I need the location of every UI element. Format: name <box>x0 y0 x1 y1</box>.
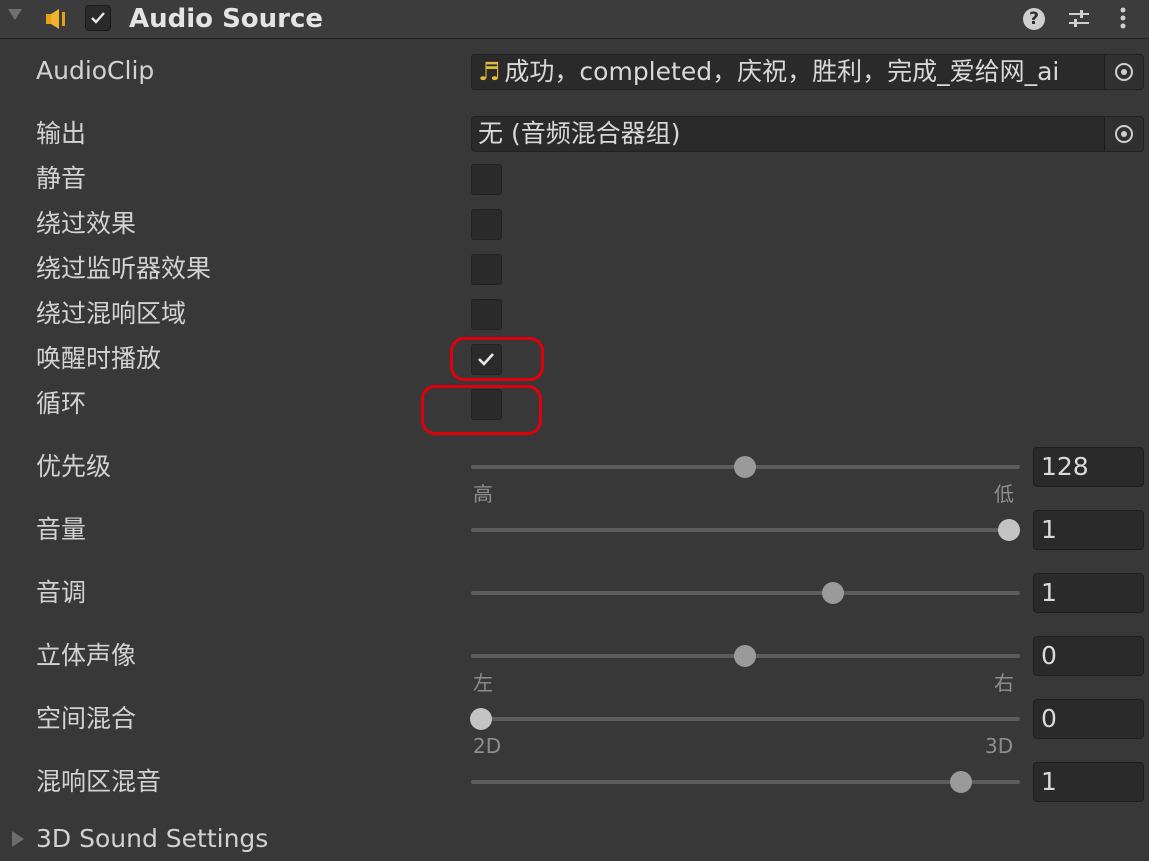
pitch-slider-thumb[interactable] <box>822 582 844 604</box>
object-picker-icon <box>1115 63 1133 81</box>
reverb-zone-mix-slider-thumb[interactable] <box>950 771 972 793</box>
pitch-slider-track[interactable] <box>471 591 1020 595</box>
bypass-effects-checkbox[interactable] <box>471 209 502 240</box>
3d-sound-settings-foldout[interactable]: 3D Sound Settings <box>36 822 268 856</box>
audioclip-picker-button[interactable] <box>1104 55 1143 89</box>
volume-label: 音量 <box>36 515 87 544</box>
spatial-blend-slider-thumb[interactable] <box>470 708 492 730</box>
checkmark-icon <box>91 12 105 24</box>
volume-slider-track[interactable] <box>471 528 1020 532</box>
loop-highlight <box>421 385 542 435</box>
priority-input[interactable]: 128 <box>1033 447 1144 487</box>
help-icon[interactable]: ? <box>1023 8 1045 30</box>
preset-icon[interactable] <box>1066 6 1092 32</box>
kebab-menu-icon[interactable] <box>1113 5 1133 33</box>
priority-slider-thumb[interactable] <box>734 456 756 478</box>
priority-low-label: 低 <box>994 482 1014 506</box>
output-field[interactable]: 无 (音频混合器组) <box>471 116 1144 152</box>
output-picker-button[interactable] <box>1104 117 1143 151</box>
spatial-blend-3d-label: 3D <box>985 734 1014 758</box>
pitch-label: 音调 <box>36 578 87 607</box>
bypass-listener-effects-checkbox[interactable] <box>471 254 502 285</box>
pitch-input[interactable]: 1 <box>1033 573 1144 613</box>
foldout-arrow-right-icon[interactable] <box>12 831 24 847</box>
spatial-blend-slider-track[interactable] <box>471 717 1020 721</box>
bypass-effects-label: 绕过效果 <box>36 209 137 238</box>
volume-input[interactable]: 1 <box>1033 510 1144 550</box>
audioclip-value: 成功，completed，庆祝，胜利，完成_爱给网_ai <box>504 57 1060 86</box>
component-enabled-checkbox[interactable] <box>85 5 111 31</box>
spatial-blend-input[interactable]: 0 <box>1033 699 1144 739</box>
reverb-zone-mix-slider-track[interactable] <box>471 780 1020 784</box>
audio-source-inspector: Audio Source ? AudioClip ♬ 成功，completed，庆… <box>0 0 1149 861</box>
stereo-pan-left-label: 左 <box>473 671 493 695</box>
bypass-listener-effects-label: 绕过监听器效果 <box>36 254 212 283</box>
mute-label: 静音 <box>36 164 87 193</box>
bypass-reverb-zones-label: 绕过混响区域 <box>36 299 187 328</box>
stereo-pan-right-label: 右 <box>994 671 1014 695</box>
priority-label: 优先级 <box>36 452 112 481</box>
loop-label: 循环 <box>36 389 87 418</box>
output-value: 无 (音频混合器组) <box>478 119 681 148</box>
audioclip-label: AudioClip <box>36 56 155 85</box>
mute-checkbox[interactable] <box>471 164 502 195</box>
priority-high-label: 高 <box>473 482 493 506</box>
reverb-zone-mix-label: 混响区混音 <box>36 767 162 796</box>
stereo-pan-label: 立体声像 <box>36 641 137 670</box>
foldout-arrow-icon[interactable] <box>8 9 22 20</box>
play-on-awake-label: 唤醒时播放 <box>36 344 162 373</box>
spatial-blend-2d-label: 2D <box>473 734 502 758</box>
stereo-pan-input[interactable]: 0 <box>1033 636 1144 676</box>
audioclip-field[interactable]: ♬ 成功，completed，庆祝，胜利，完成_爱给网_ai <box>471 54 1144 90</box>
component-header[interactable]: Audio Source ? <box>0 0 1149 39</box>
play-on-awake-highlight <box>450 337 544 381</box>
component-title: Audio Source <box>129 4 324 34</box>
reverb-zone-mix-input[interactable]: 1 <box>1033 762 1144 802</box>
bypass-reverb-zones-checkbox[interactable] <box>471 299 502 330</box>
object-picker-icon <box>1115 125 1133 143</box>
volume-slider-thumb[interactable] <box>998 519 1020 541</box>
output-label: 输出 <box>36 119 87 148</box>
audio-clip-icon: ♬ <box>478 57 501 86</box>
audio-source-icon <box>46 9 65 29</box>
stereo-pan-slider-thumb[interactable] <box>734 645 756 667</box>
spatial-blend-label: 空间混合 <box>36 704 137 733</box>
